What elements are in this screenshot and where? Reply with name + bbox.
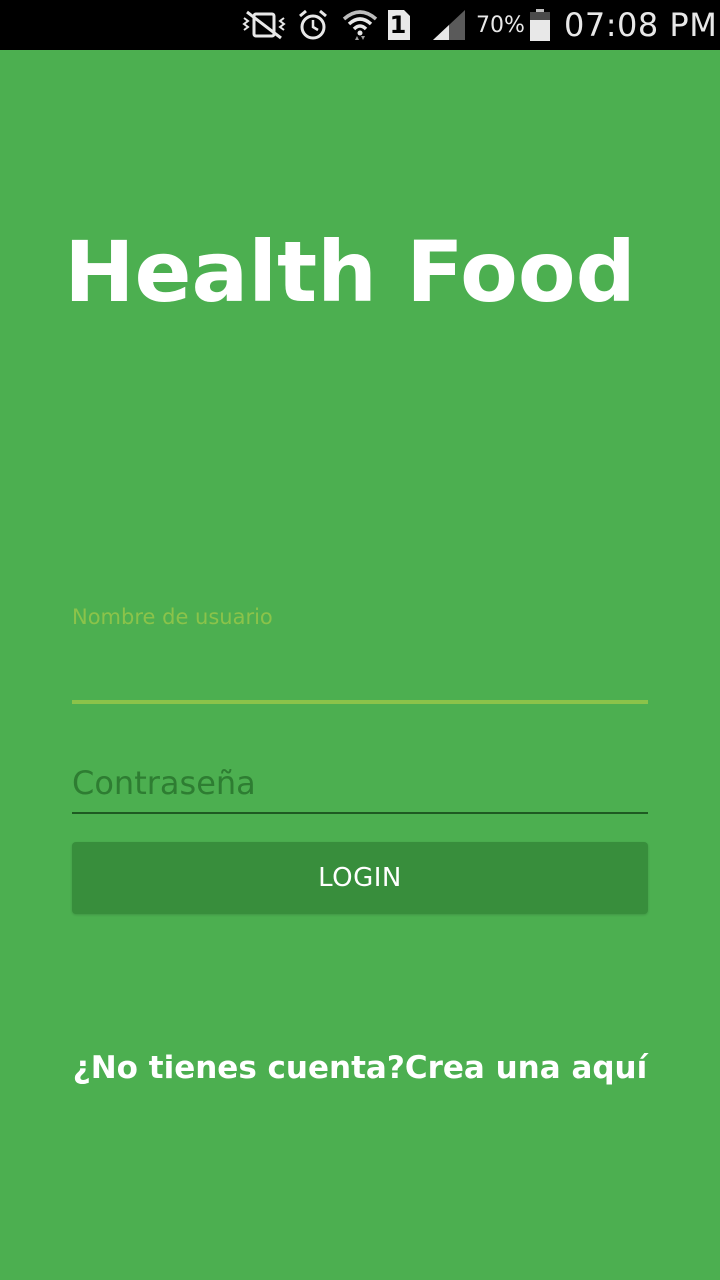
password-input[interactable] [72, 758, 648, 808]
username-field[interactable]: Nombre de usuario [72, 600, 648, 704]
wifi-icon [340, 6, 380, 44]
login-screen: 1 70% 07:08 PM Health Food Nombre de usu… [0, 0, 720, 1280]
alarm-icon [296, 6, 330, 44]
battery-percent: 70% [476, 12, 525, 38]
vibrate-mute-icon [240, 6, 288, 44]
password-field[interactable] [72, 752, 648, 814]
app-title: Health Food [64, 223, 636, 321]
username-input[interactable] [72, 640, 648, 696]
sim-icon: 1 [385, 6, 413, 44]
password-underline [72, 812, 648, 814]
sim-slot-label: 1 [389, 11, 407, 39]
clock: 07:08 PM [564, 6, 718, 44]
signup-link[interactable]: ¿No tienes cuenta?Crea una aquí [0, 1050, 720, 1086]
signal-icon [430, 6, 468, 44]
status-bar: 1 70% 07:08 PM [0, 0, 720, 50]
battery-icon [528, 6, 552, 44]
username-label: Nombre de usuario [72, 605, 273, 629]
login-button[interactable]: LOGIN [72, 842, 648, 914]
username-underline [72, 700, 648, 704]
